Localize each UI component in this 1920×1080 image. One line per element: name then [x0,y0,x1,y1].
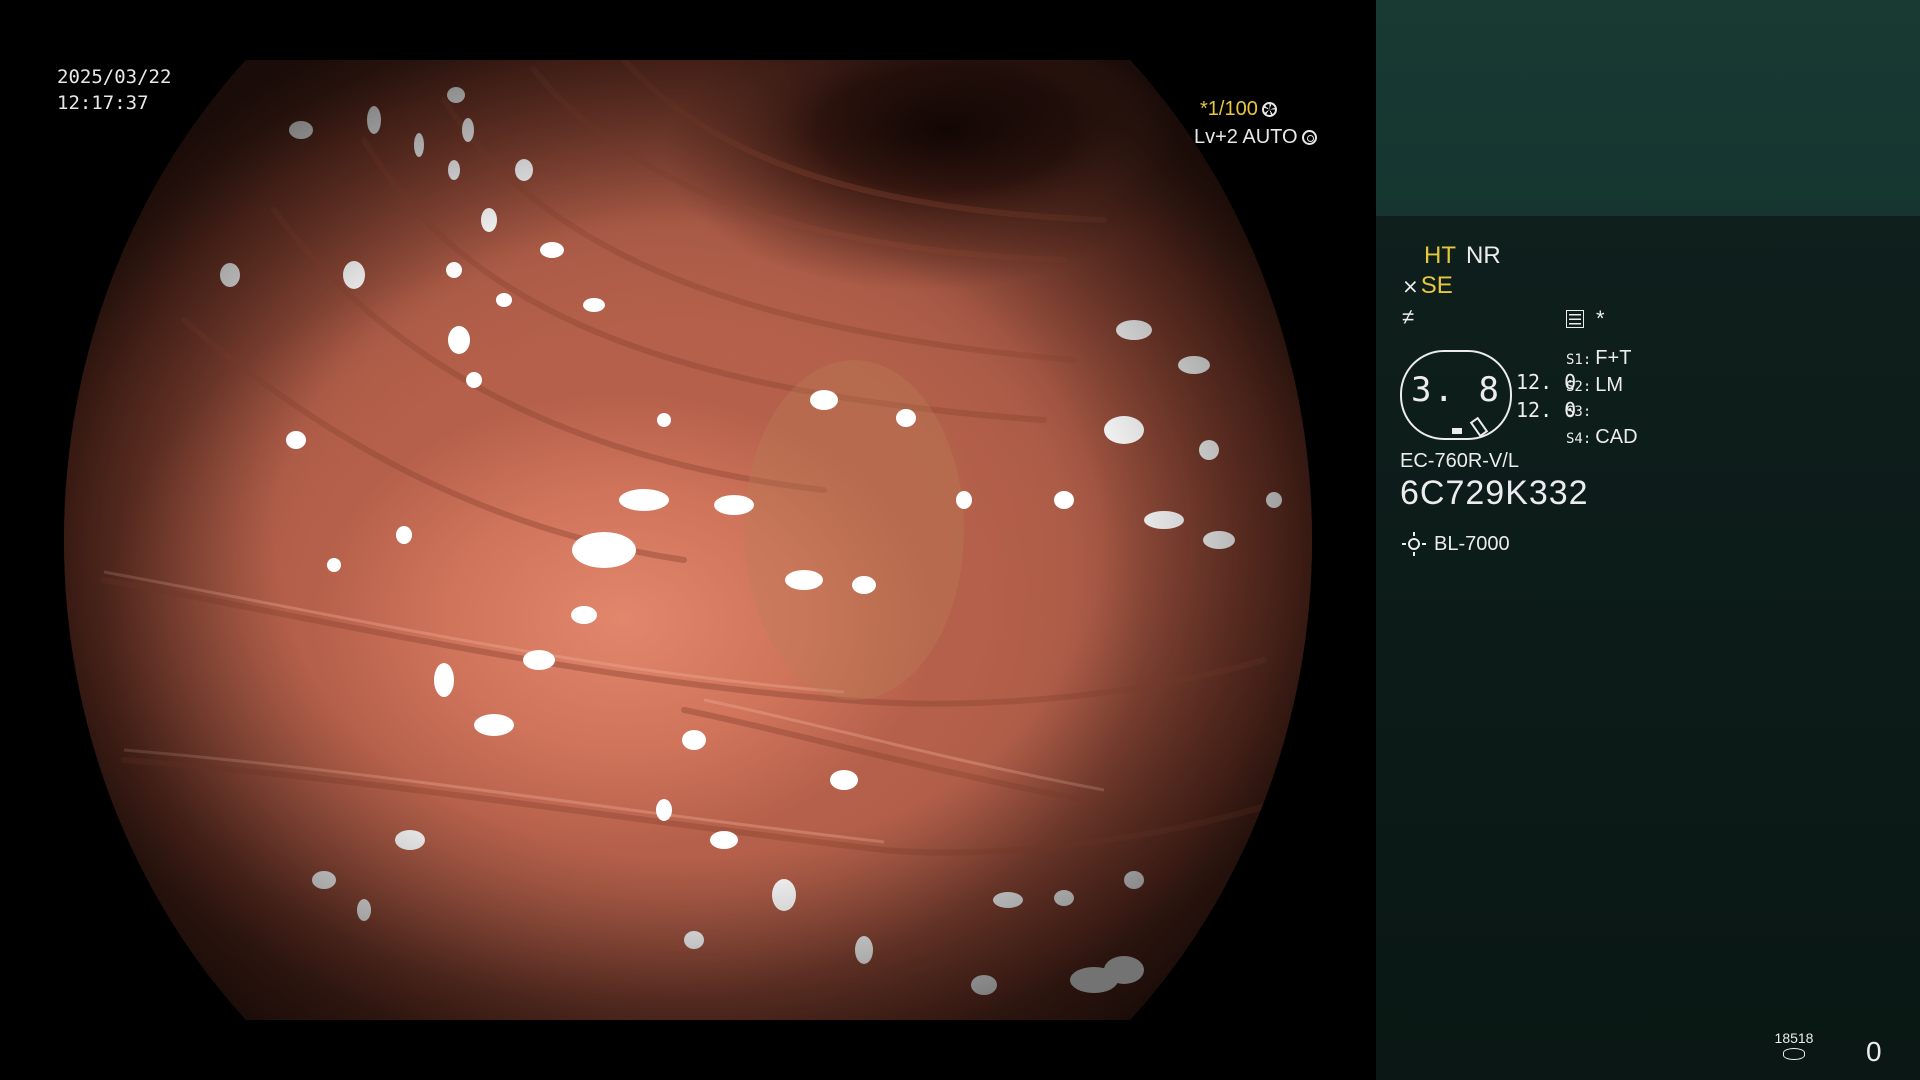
light-source-text: BL-7000 [1434,532,1510,555]
panel-body [1376,216,1920,1080]
switch-row-s3: S3: [1566,400,1638,425]
sharpness-row: ≠ [1402,304,1414,330]
status-panel: HT NR ⨯ SE ≠ * 3. 8 12. 0 12. 0 S1: F+T [1376,0,1920,1080]
brightness-level-readout: Lv+2 AUTO [1194,126,1376,149]
shutter-speed-readout: *1/100 [1200,98,1376,121]
nr-indicator: NR [1466,242,1501,269]
sharpness-icon: ≠ [1402,304,1415,329]
gauge-value: 3. 8 [1411,370,1501,410]
image-mode-row: HT NR [1424,242,1501,270]
sun-icon [1402,532,1426,556]
endoscopic-image [64,60,1312,1020]
date-time-readout: 2025/03/22 12:17:37 [57,64,171,116]
shutter-text: *1/100 [1200,98,1258,120]
panel-header [1376,0,1920,216]
scope-switch-list: S1: F+T S2: LM S3: S4: CAD [1566,346,1638,452]
ht-indicator: HT [1424,242,1456,269]
se-indicator: SE [1420,272,1453,299]
endoscope-screen: 2025/03/22 12:17:37 *1/100 Lv+2 AUTO HT … [0,0,1920,1080]
time-text: 12:17:37 [57,92,149,114]
ring-icon [1301,130,1317,145]
memo-icon [1566,310,1584,328]
image-counter: 18518 [1766,1030,1822,1065]
aperture-icon [1261,102,1277,117]
fiber-icon: ⨯ [1402,275,1419,298]
switch-value: CAD [1595,426,1638,448]
scope-view-area: 2025/03/22 12:17:37 *1/100 Lv+2 AUTO [0,0,1376,1080]
gauge-bar [1452,428,1462,434]
scope-model: EC-760R-V/L [1400,450,1519,472]
switch-key: S1: [1566,352,1592,368]
mucosa-texture [64,60,1312,1020]
memo-symbol: * [1596,306,1605,331]
memo-row: * [1566,306,1605,332]
switch-row-s2: S2: LM [1566,373,1638,400]
switch-row-s4: S4: CAD [1566,425,1638,452]
switch-key: S3: [1566,404,1592,420]
date-text: 2025/03/22 [57,66,172,88]
insertion-gauge: 3. 8 [1400,350,1512,440]
disk-icon [1783,1048,1805,1060]
switch-value: LM [1595,374,1624,396]
switch-row-s1: S1: F+T [1566,346,1638,373]
level-text: Lv+2 AUTO [1194,126,1298,148]
structure-enhance-row: ⨯ SE [1402,272,1453,300]
switch-value: F+T [1595,347,1632,369]
remaining-count: 0 [1866,1036,1882,1067]
image-counter-value: 18518 [1774,1030,1814,1046]
scope-serial: 6C729K332 [1400,474,1589,512]
switch-key: S2: [1566,379,1592,395]
light-source-row: BL-7000 [1402,532,1510,556]
tilt-icon [1469,416,1489,438]
switch-key: S4: [1566,431,1592,447]
